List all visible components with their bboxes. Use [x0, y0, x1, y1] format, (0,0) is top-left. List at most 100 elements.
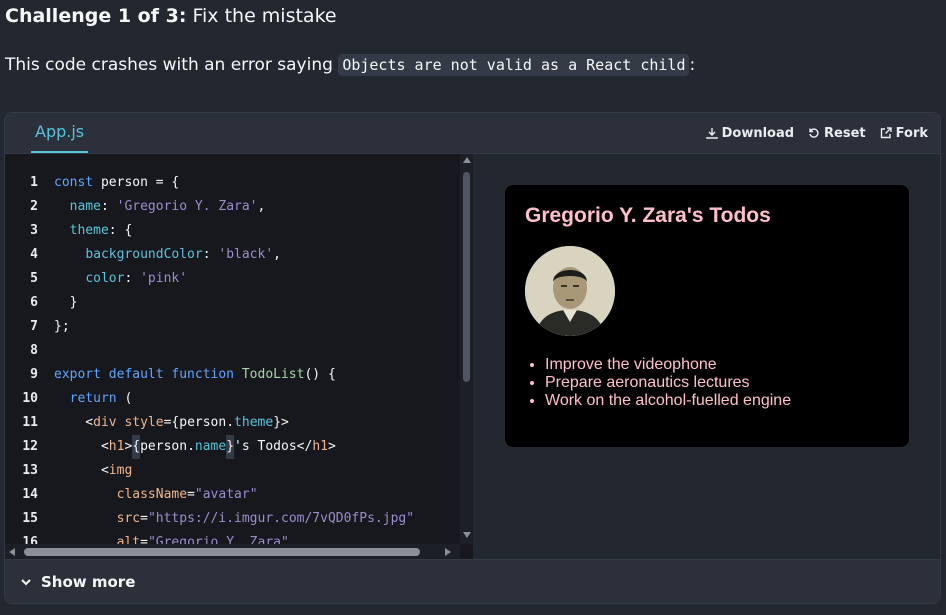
- code-token: person = {: [100, 175, 180, 190]
- code-token: h1: [312, 439, 328, 454]
- code-line[interactable]: 15 src = "https://i.imgur.com/7vQD0fPs.jpg…: [5, 507, 460, 531]
- code-token: ,: [257, 199, 266, 214]
- preview-pane: Gregorio Y. Zara's Todos Improve the vid…: [473, 154, 940, 559]
- code-token: src: [116, 511, 141, 526]
- download-button[interactable]: Download: [705, 125, 795, 141]
- code-line[interactable]: 13 < img: [5, 459, 460, 483]
- code-token: =: [187, 487, 195, 502]
- code-token: 's Todos</: [234, 439, 313, 454]
- todo-item: Work on the alcohol-fuelled engine: [545, 392, 889, 410]
- scroll-down-arrow-icon[interactable]: [463, 532, 471, 538]
- horizontal-scroll-thumb[interactable]: [24, 548, 420, 556]
- code-line[interactable]: 1 const person = {: [5, 171, 460, 195]
- code-token: "https://i.imgur.com/7vQD0fPs.jpg": [147, 511, 415, 526]
- code-token: =: [140, 511, 148, 526]
- description-text: This code crashes with an error saying: [5, 55, 333, 75]
- scroll-up-arrow-icon[interactable]: [463, 157, 471, 163]
- line-number: 5: [30, 271, 38, 286]
- code-line[interactable]: 8: [5, 339, 460, 363]
- horizontal-scrollbar[interactable]: [5, 544, 460, 559]
- line-number: 7: [30, 319, 38, 334]
- code-token: (: [116, 391, 133, 406]
- code-line[interactable]: 11 < div style ={person. theme}>: [5, 411, 460, 435]
- avatar: [525, 246, 615, 336]
- code-line[interactable]: 10 return (: [5, 387, 460, 411]
- todo-item: Improve the videophone: [545, 356, 889, 374]
- code-token: :: [202, 247, 219, 262]
- todo-heading: Gregorio Y. Zara's Todos: [525, 204, 771, 227]
- code-token: backgroundColor: [85, 247, 203, 262]
- code-editor[interactable]: 1 const person = {2 name: 'Gregorio Y. Za…: [5, 154, 473, 559]
- code-token: h1: [108, 439, 125, 454]
- code-token: person.: [140, 439, 195, 454]
- code-token: color: [85, 271, 125, 286]
- code-token: theme: [69, 223, 109, 238]
- code-token: 'black': [218, 247, 274, 262]
- fork-button[interactable]: Fork: [880, 126, 928, 141]
- line-number: 14: [22, 487, 38, 502]
- code-token: }: [226, 435, 235, 459]
- code-line[interactable]: 2 name: 'Gregorio Y. Zara',: [5, 195, 460, 219]
- line-number: 3: [30, 223, 38, 238]
- sandbox-actions: Download Reset Fork: [705, 113, 928, 153]
- code-line[interactable]: 14 className = "avatar": [5, 483, 460, 507]
- todo-item: Prepare aeronautics lectures: [545, 374, 889, 392]
- line-number: 1: [30, 175, 38, 190]
- code-token: img: [108, 463, 133, 478]
- avatar-portrait: [525, 246, 615, 336]
- code-token: name: [194, 439, 227, 454]
- tab-app-js[interactable]: App.js: [31, 113, 89, 153]
- code-line[interactable]: 9 export default function TodoList() {: [5, 363, 460, 387]
- code-token: >: [327, 439, 336, 454]
- code-line[interactable]: 6 }: [5, 291, 460, 315]
- scroll-left-arrow-icon[interactable]: [9, 548, 15, 556]
- challenge-name: Fix the mistake: [192, 5, 337, 27]
- todo-card: Gregorio Y. Zara's Todos Improve the vid…: [505, 185, 909, 447]
- chevron-down-icon: [21, 579, 31, 586]
- vertical-scroll-thumb[interactable]: [463, 172, 470, 382]
- line-number: 4: [30, 247, 38, 262]
- code-sandbox: App.js Download Reset Fork 1 const person…: [4, 112, 941, 604]
- fork-label: Fork: [895, 125, 928, 141]
- code-token: <: [54, 415, 94, 430]
- code-line[interactable]: 5 color: 'pink': [5, 267, 460, 291]
- reset-button[interactable]: Reset: [808, 126, 866, 141]
- code-token: };: [54, 319, 70, 334]
- code-token: className: [116, 487, 188, 502]
- show-more-label: Show more: [41, 573, 136, 591]
- download-label: Download: [721, 125, 795, 141]
- todo-list: Improve the videophonePrepare aeronautic…: [525, 356, 889, 410]
- code-token: :: [100, 199, 117, 214]
- line-number: 2: [30, 199, 38, 214]
- code-line[interactable]: 7};: [5, 315, 460, 339]
- code-token: ={person.: [163, 415, 235, 430]
- vertical-scrollbar[interactable]: [460, 154, 473, 544]
- code-token: }>: [273, 415, 289, 430]
- code-token: :: [124, 271, 141, 286]
- challenge-count: Challenge 1 of 3:: [5, 5, 187, 27]
- line-number: 12: [22, 439, 38, 454]
- challenge-description: This code crashes with an error saying O…: [5, 54, 695, 76]
- code-line[interactable]: 4 backgroundColor: 'black',: [5, 243, 460, 267]
- code-token: div: [93, 415, 117, 430]
- code-lines[interactable]: 1 const person = {2 name: 'Gregorio Y. Za…: [5, 171, 460, 555]
- code-token: }: [54, 295, 78, 310]
- code-line[interactable]: 12 < h1 >{person. name}'s Todos</h1 >: [5, 435, 460, 459]
- code-token: "avatar": [194, 487, 258, 502]
- line-number: 6: [30, 295, 38, 310]
- line-number: 10: [22, 391, 38, 406]
- code-token: return: [69, 391, 117, 406]
- code-token: () {: [304, 367, 336, 382]
- show-more-button[interactable]: Show more: [19, 573, 135, 591]
- reset-label: Reset: [824, 125, 866, 141]
- scroll-right-arrow-icon[interactable]: [445, 548, 451, 556]
- line-number: 8: [30, 343, 38, 358]
- code-line[interactable]: 3 theme: {: [5, 219, 460, 243]
